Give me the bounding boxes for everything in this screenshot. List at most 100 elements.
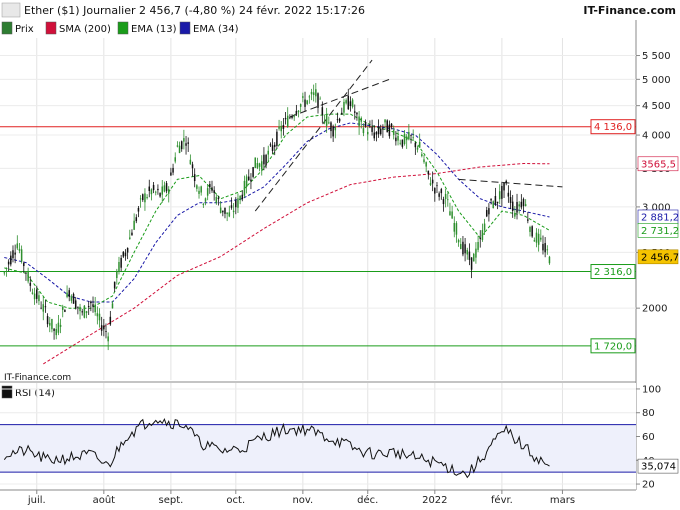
candle-body <box>544 243 546 253</box>
candle-body <box>55 328 58 336</box>
resistance-label: 4 136,0 <box>594 122 632 133</box>
candle-body <box>527 219 529 221</box>
candle-body <box>81 311 83 313</box>
candle-body <box>40 307 42 309</box>
candle-body <box>96 313 99 317</box>
candle-body <box>27 271 29 282</box>
candle-body <box>53 328 55 331</box>
candle-body <box>524 204 527 206</box>
candle-body <box>436 185 438 187</box>
candle-body <box>286 115 289 127</box>
candle-body <box>321 107 324 115</box>
candle-body <box>421 154 423 157</box>
candle-body <box>258 163 261 167</box>
candle-body <box>485 210 488 217</box>
candle-body <box>444 193 447 200</box>
candle-body <box>44 306 47 308</box>
rsi-bands <box>0 424 636 473</box>
legend-label: EMA (13) <box>131 24 177 35</box>
candle-body <box>362 128 365 134</box>
candle-body <box>48 322 51 326</box>
candle-body <box>516 201 518 213</box>
candle-body <box>295 110 298 115</box>
candle-body <box>338 118 341 122</box>
candle-body <box>215 196 218 203</box>
legend-label: Prix <box>15 24 34 35</box>
candle-body <box>278 126 280 129</box>
candle-body <box>531 226 533 237</box>
candle-body <box>206 188 209 196</box>
candle-body <box>193 174 196 182</box>
candle-body <box>118 262 120 271</box>
candle-body <box>180 141 183 150</box>
candle-body <box>470 257 473 270</box>
watermark: IT-Finance.com <box>4 373 71 383</box>
candle-body <box>150 189 153 195</box>
candle-body <box>146 196 148 199</box>
candle-body <box>213 190 215 193</box>
candle-body <box>529 226 531 232</box>
candle-body <box>157 188 159 191</box>
candle-body <box>68 290 70 297</box>
candle-body <box>269 144 272 146</box>
candle-body <box>343 101 345 113</box>
candle-body <box>291 116 293 118</box>
candle-body <box>187 142 189 144</box>
candle-body <box>18 248 21 251</box>
rsi-legend-swatch <box>1 385 13 399</box>
candle-body <box>390 123 393 127</box>
candle-body <box>12 250 14 259</box>
candle-body <box>189 159 192 165</box>
candle-body <box>388 124 391 137</box>
candle-body <box>105 331 107 332</box>
candle-body <box>29 282 32 286</box>
x-tick-label: déc. <box>357 494 378 506</box>
candle-body <box>347 95 350 110</box>
candle-body <box>217 197 220 200</box>
candle-body <box>453 222 456 232</box>
candle-body <box>98 313 101 321</box>
candle-body <box>345 100 347 104</box>
candle-body <box>224 207 226 214</box>
x-tick-label: mars <box>550 495 575 506</box>
candle-body <box>116 270 118 279</box>
candle-body <box>518 204 520 207</box>
candle-body <box>77 306 79 308</box>
candle-body <box>505 180 507 184</box>
candle-body <box>20 249 23 262</box>
candle-body <box>373 132 376 139</box>
candle-body <box>263 154 265 165</box>
candle-body <box>170 172 172 176</box>
candle-body <box>360 118 363 122</box>
candle-body <box>219 207 222 213</box>
candle-body <box>351 99 354 107</box>
candle-body <box>371 126 373 132</box>
candle-body <box>468 251 471 260</box>
price-panel <box>0 38 636 380</box>
candle-body <box>250 179 252 182</box>
candle-body <box>293 116 295 118</box>
candle-body <box>325 114 328 126</box>
candle-body <box>202 204 205 206</box>
candle-body <box>498 191 501 200</box>
candle-body <box>7 261 10 265</box>
candle-body <box>312 92 315 95</box>
candle-body <box>90 301 92 304</box>
candle-body <box>546 249 549 251</box>
candle-body <box>511 201 514 211</box>
candle-body <box>109 316 112 325</box>
candle-body <box>23 262 25 267</box>
candle-body <box>304 99 306 107</box>
support-high-label: 2 316,0 <box>594 267 632 278</box>
chart-canvas: Ether ($1) Journalier 2 456,7 (-4,80 %) … <box>0 0 680 510</box>
candle-body <box>185 143 187 146</box>
candle-body <box>464 244 466 254</box>
candle-body <box>282 124 285 130</box>
ema34-value: 2 881,2 <box>641 212 679 223</box>
candle-body <box>14 252 16 255</box>
candle-body <box>256 163 259 169</box>
candle-body <box>5 268 8 270</box>
y-tick-label: 4 500 <box>642 101 671 112</box>
candle-body <box>57 322 60 333</box>
candle-body <box>243 180 246 196</box>
